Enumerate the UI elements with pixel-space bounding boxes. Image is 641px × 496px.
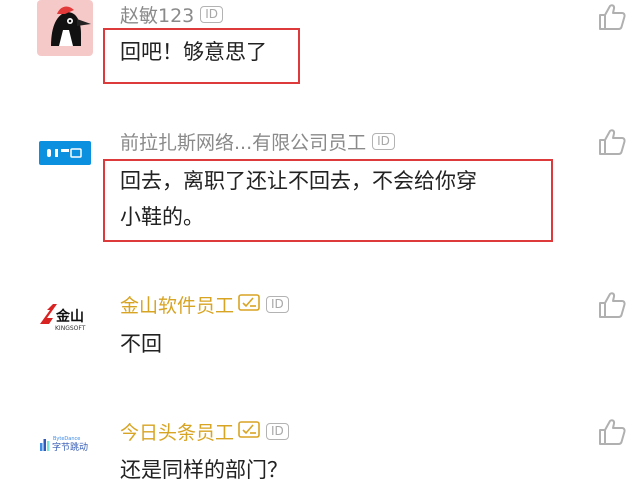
kingsoft-logo-icon: 金山 KINGSOFT [40, 304, 86, 332]
id-badge: ID [266, 423, 289, 440]
logo-subtext: ByteDance [53, 436, 80, 442]
id-badge: ID [372, 133, 395, 150]
username[interactable]: 前拉扎斯网络...有限公司员工 ID [120, 131, 395, 155]
avatar[interactable]: 金山 KINGSOFT [37, 290, 93, 346]
verified-employee-icon [238, 420, 260, 444]
ele-me-logo-icon [39, 141, 91, 165]
like-button[interactable] [597, 290, 627, 320]
avatar[interactable] [37, 0, 93, 56]
thumbs-up-icon [599, 4, 626, 30]
comment-text: 回去，离职了还让不回去，不会给你穿 小鞋的。 [120, 169, 477, 229]
bytedance-logo-icon: ByteDance 字节跳动 [40, 436, 88, 453]
like-button[interactable] [597, 127, 627, 157]
thumbs-up-icon [599, 292, 626, 318]
thumbs-up-icon [599, 419, 626, 445]
username[interactable]: 赵敏123 ID [120, 4, 224, 28]
comment-text: 回吧！够意思了 [120, 40, 267, 64]
comment-text: 还是同样的部门？ [120, 458, 288, 482]
id-badge: ID [266, 296, 289, 313]
username[interactable]: 金山软件员工 ID [120, 293, 289, 319]
avatar[interactable] [37, 127, 93, 183]
logo-text: 金山 [55, 308, 84, 325]
logo-subtext: KINGSOFT [55, 325, 86, 332]
woodpecker-icon [51, 6, 91, 46]
like-button[interactable] [597, 2, 627, 32]
like-button[interactable] [597, 417, 627, 447]
comment-text: 不回 [120, 332, 162, 356]
id-badge: ID [200, 6, 224, 23]
verified-employee-icon [238, 293, 260, 317]
logo-text: 字节跳动 [52, 441, 88, 453]
thumbs-up-icon [599, 129, 626, 155]
avatar[interactable]: ByteDance 字节跳动 [37, 417, 93, 473]
username[interactable]: 今日头条员工 ID [120, 420, 289, 446]
